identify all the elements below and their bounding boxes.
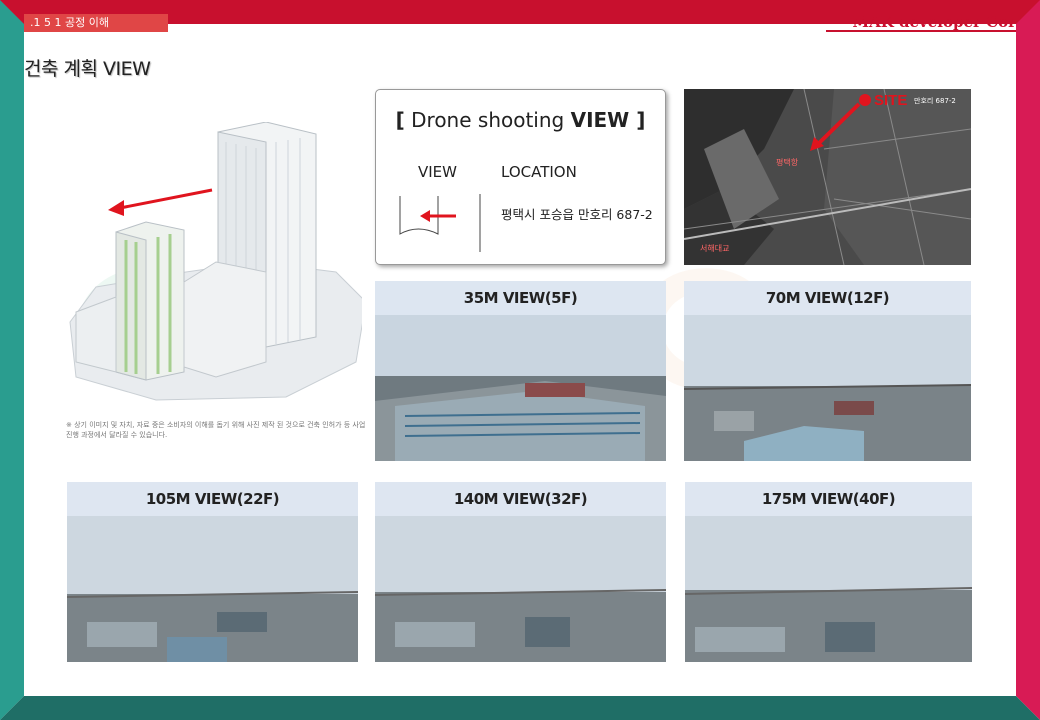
disclaimer-text: ※ 상기 이미지 및 자치, 자료 중은 소비자의 이해를 돕기 위해 사진 제… <box>66 421 366 439</box>
drone-card-title: [ Drone shooting VIEW ] <box>376 108 665 132</box>
photo-label: 105M VIEW(22F) <box>145 490 280 508</box>
frame-bottom <box>0 696 1040 720</box>
section-tag: .1 5 1 공정 이해 <box>24 14 168 32</box>
company-tag: MAK developer Cor <box>826 12 1016 32</box>
drone-shooting-card: [ Drone shooting VIEW ] VIEW LOCATION 평택… <box>375 89 666 265</box>
bracket-open: [ <box>395 108 405 132</box>
title-strong-text: VIEW <box>570 108 630 132</box>
title-text: Drone shooting <box>404 108 571 132</box>
bridge-label: 서해대교 <box>700 243 729 253</box>
site-map: SITE 만호리 687-2 평택항 서해대교 <box>684 89 971 265</box>
frame-left <box>0 0 24 720</box>
bracket-close: ] <box>629 108 646 132</box>
photo-view-35m: 35M VIEW(5F) <box>375 281 666 461</box>
location-column-header: LOCATION <box>501 163 577 181</box>
site-address: 만호리 687-2 <box>914 96 956 105</box>
view-column-header: VIEW <box>418 163 457 181</box>
frame-right <box>1016 0 1040 720</box>
page-title: 건축 계획 VIEW <box>24 58 151 80</box>
photo-label: 70M VIEW(12F) <box>765 289 890 307</box>
view-direction-icon <box>398 194 482 252</box>
photo-label: 140M VIEW(32F) <box>453 490 588 508</box>
photo-view-105m: 105M VIEW(22F) <box>67 482 358 662</box>
photo-label: 35M VIEW(5F) <box>463 289 578 307</box>
photo-view-70m: 70M VIEW(12F) <box>684 281 971 461</box>
photo-view-140m: 140M VIEW(32F) <box>375 482 666 662</box>
port-label: 평택항 <box>776 157 799 167</box>
photo-label: 175M VIEW(40F) <box>761 490 896 508</box>
photo-view-175m: 175M VIEW(40F) <box>685 482 972 662</box>
location-value: 평택시 포승읍 만호리 687-2 <box>501 207 653 222</box>
building-rendering <box>66 121 367 404</box>
site-label: SITE <box>874 92 907 109</box>
